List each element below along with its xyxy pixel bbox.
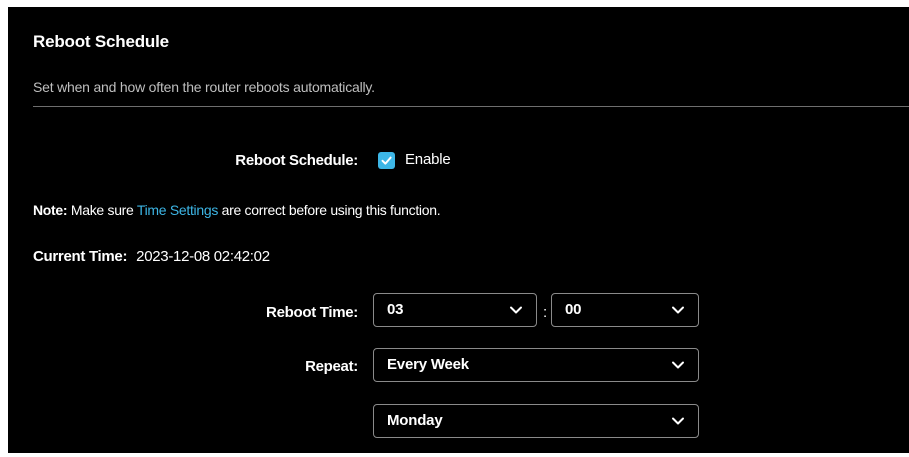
time-separator: :	[543, 304, 548, 321]
reboot-hour-select[interactable]: 03	[373, 293, 537, 327]
reboot-schedule-label: Reboot Schedule:	[235, 152, 358, 169]
chevron-down-icon	[672, 417, 684, 425]
chevron-down-icon	[672, 361, 684, 369]
repeat-frequency-select[interactable]: Every Week	[373, 348, 699, 382]
current-time-value: 2023-12-08 02:42:02	[136, 248, 270, 265]
current-time-label: Current Time:	[33, 248, 128, 265]
repeat-label: Repeat:	[305, 358, 358, 375]
repeat-day-select[interactable]: Monday	[373, 404, 699, 438]
checkmark-icon	[381, 156, 392, 165]
note-text-after: are correct before using this function.	[218, 202, 441, 218]
reboot-hour-value: 03	[387, 301, 404, 318]
note-prefix: Note:	[33, 202, 68, 218]
enable-checkbox[interactable]	[378, 152, 395, 169]
note-text: Note: Make sure Time Settings are correc…	[33, 202, 441, 218]
repeat-frequency-value: Every Week	[387, 356, 469, 373]
repeat-day-value: Monday	[387, 412, 443, 429]
chevron-down-icon	[672, 306, 684, 314]
enable-label[interactable]: Enable	[405, 151, 451, 168]
chevron-down-icon	[510, 306, 522, 314]
time-settings-link[interactable]: Time Settings	[137, 202, 218, 218]
divider	[33, 106, 909, 107]
section-title: Reboot Schedule	[33, 32, 169, 51]
note-text-before: Make sure	[67, 202, 137, 218]
reboot-minute-select[interactable]: 00	[551, 293, 699, 327]
current-time: Current Time: 2023-12-08 02:42:02	[33, 248, 270, 265]
reboot-time-label: Reboot Time:	[266, 304, 358, 321]
reboot-schedule-panel: Reboot Schedule Set when and how often t…	[8, 7, 909, 453]
reboot-minute-value: 00	[565, 301, 582, 318]
section-description: Set when and how often the router reboot…	[33, 79, 375, 95]
